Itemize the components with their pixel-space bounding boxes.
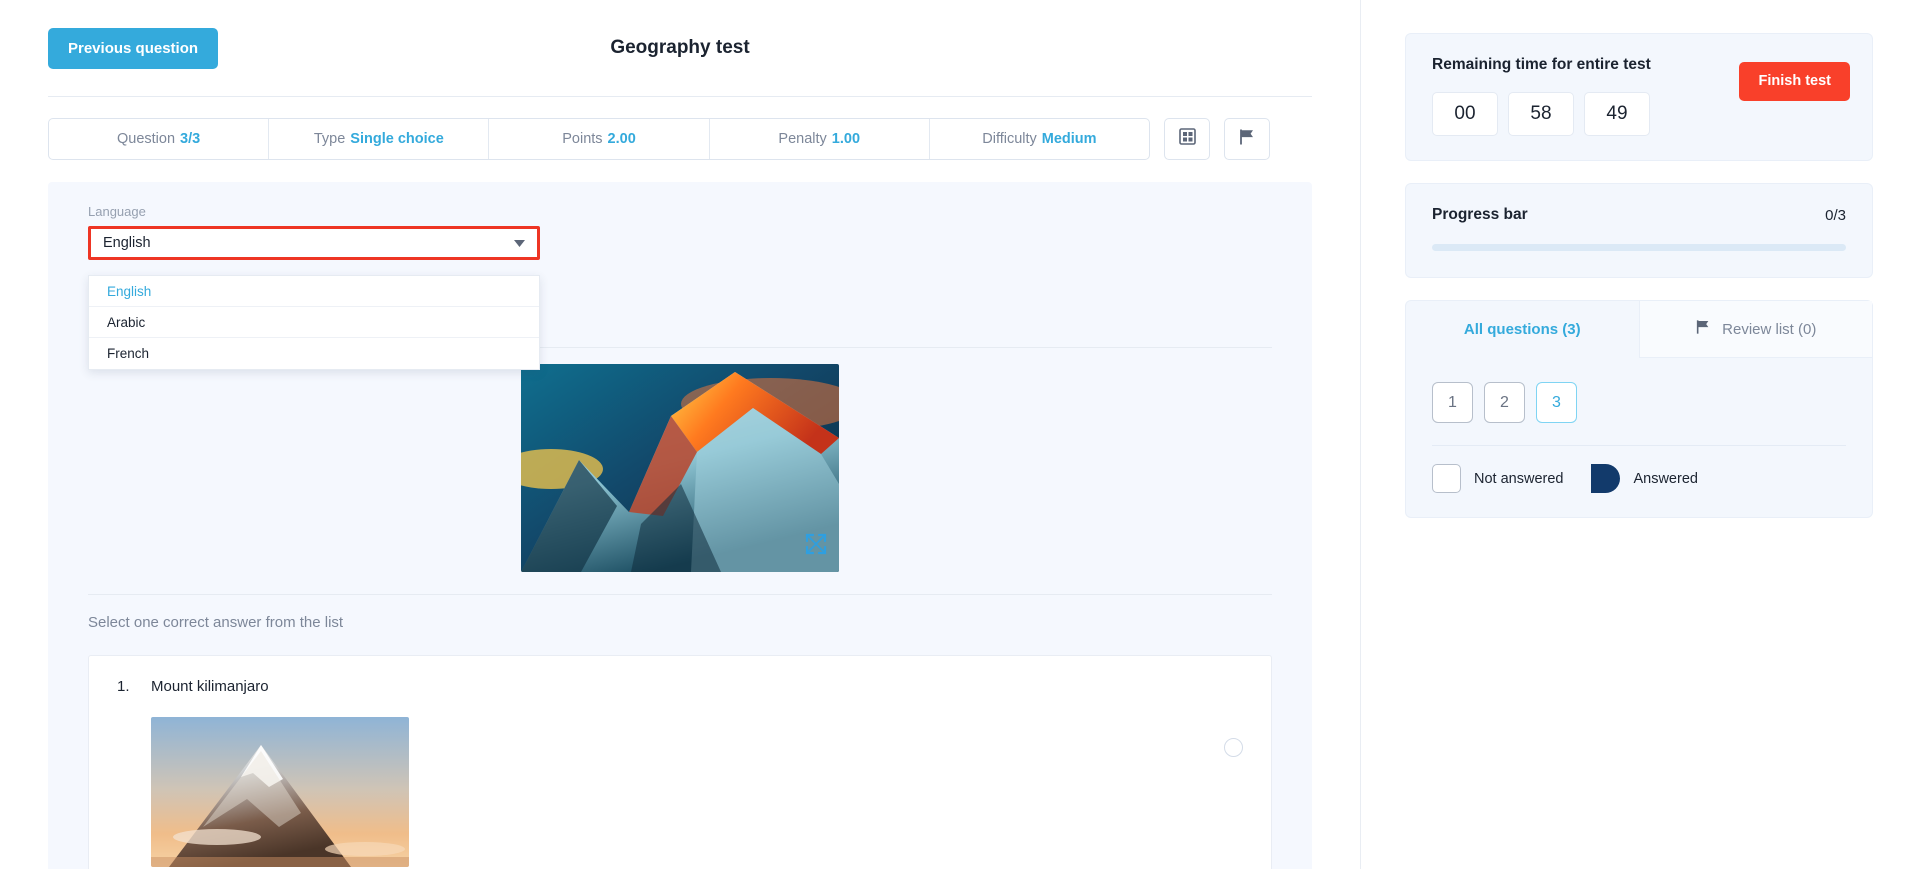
info-value-question: 3/3 (180, 131, 201, 147)
legend-swatch-answered (1591, 464, 1621, 493)
sidebar: Remaining time for entire test 00 58 49 … (1361, 0, 1919, 869)
info-value-penalty: 1.00 (831, 131, 861, 147)
progress-bar (1432, 244, 1846, 251)
language-option-english[interactable]: English (89, 276, 539, 307)
question-body: Language English English Arabic French S… (48, 182, 1312, 869)
timer-minutes: 58 (1508, 92, 1574, 136)
progress-count: 0/3 (1825, 206, 1846, 224)
info-cell-penalty: Penalty 1.00 (710, 119, 930, 159)
legend: Not answered Answered (1406, 446, 1872, 517)
question-number-list: 1 2 3 (1406, 358, 1872, 423)
flag-icon (1695, 319, 1711, 339)
flag-button[interactable] (1224, 118, 1270, 160)
flag-icon (1238, 128, 1256, 151)
question-number-2[interactable]: 2 (1484, 382, 1525, 423)
language-dropdown-menu[interactable]: English Arabic French (88, 275, 540, 370)
grid-icon (1178, 128, 1196, 150)
answer-image[interactable] (151, 717, 409, 867)
finish-test-button[interactable]: Finish test (1739, 62, 1850, 101)
info-cell-difficulty: Difficulty Medium (930, 119, 1149, 159)
info-value-difficulty: Medium (1041, 131, 1097, 147)
answer-prompt: Select one correct answer from the list (88, 614, 344, 631)
timer-card: Remaining time for entire test 00 58 49 … (1405, 33, 1873, 161)
answer-number: 1. (117, 678, 130, 695)
tab-all-questions[interactable]: All questions (3) (1406, 301, 1639, 358)
legend-swatch-not-answered (1432, 464, 1461, 493)
legend-label-answered: Answered (1633, 470, 1698, 487)
question-image[interactable] (521, 364, 839, 572)
progress-card: Progress bar 0/3 (1405, 183, 1873, 278)
language-label: Language (88, 204, 146, 219)
question-divider-bottom (88, 594, 1272, 595)
answer-option-1[interactable]: 1. Mount kilimanjaro (117, 678, 1243, 695)
language-option-french[interactable]: French (89, 338, 539, 369)
info-label-difficulty: Difficulty (982, 131, 1037, 147)
language-select[interactable]: English (88, 226, 540, 260)
question-number-3[interactable]: 3 (1536, 382, 1577, 423)
progress-header: Progress bar 0/3 (1432, 206, 1846, 224)
question-column: Previous question Geography test Questio… (0, 0, 1361, 869)
previous-question-button[interactable]: Previous question (48, 27, 219, 69)
top-bar: Previous question Geography test (0, 0, 1360, 96)
progress-label: Progress bar (1432, 206, 1528, 223)
expand-icon[interactable] (805, 533, 827, 560)
answer-radio-1[interactable] (1224, 738, 1243, 757)
timer-hours: 00 (1432, 92, 1498, 136)
legend-label-not-answered: Not answered (1474, 470, 1564, 487)
answer-text: Mount kilimanjaro (151, 678, 269, 695)
info-value-type: Single choice (350, 131, 444, 147)
question-image-container (48, 364, 1312, 572)
question-number-1[interactable]: 1 (1432, 382, 1473, 423)
chevron-down-icon (514, 235, 525, 251)
timer-seconds: 49 (1584, 92, 1650, 136)
tab-review-list-label: Review list (0) (1722, 320, 1817, 338)
tab-review-list[interactable]: Review list (0) (1638, 301, 1872, 358)
info-cell-type: Type Single choice (269, 119, 490, 159)
nav-tabs: All questions (3) Review list (0) (1406, 301, 1872, 358)
info-value-points: 2.00 (607, 131, 636, 147)
question-meta-bar: Question 3/3 Type Single choice Points 2… (0, 97, 1360, 160)
info-label-penalty: Penalty (778, 131, 827, 147)
info-bar: Question 3/3 Type Single choice Points 2… (48, 118, 1150, 160)
exam-page: Previous question Geography test Questio… (0, 0, 1920, 869)
info-label-question: Question (116, 131, 176, 147)
info-cell-question: Question 3/3 (49, 119, 270, 159)
info-label-points: Points (562, 131, 603, 147)
question-nav-card: All questions (3) Review list (0) 1 2 3 (1405, 300, 1873, 518)
grid-button[interactable] (1164, 118, 1210, 160)
language-selected-value: English (103, 235, 151, 251)
answer-list: 1. Mount kilimanjaro (88, 655, 1272, 869)
language-option-arabic[interactable]: Arabic (89, 307, 539, 338)
info-label-type: Type (313, 131, 346, 147)
info-cell-points: Points 2.00 (489, 119, 710, 159)
